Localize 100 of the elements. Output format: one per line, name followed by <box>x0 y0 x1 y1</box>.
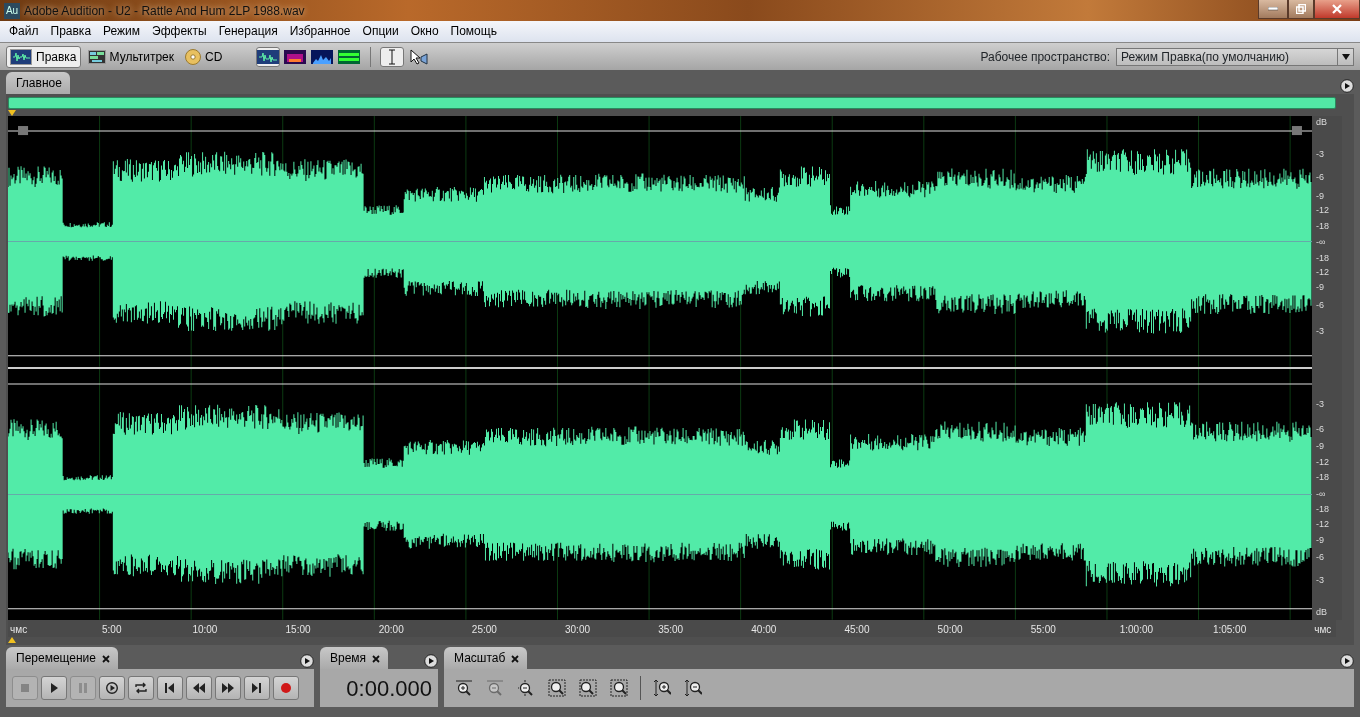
db-scale-label: -9 <box>1316 534 1324 548</box>
db-scale-label: -12 <box>1316 518 1329 532</box>
panel-menu-icon[interactable] <box>1340 653 1354 668</box>
spectrum-icon <box>311 49 334 64</box>
transport-button[interactable] <box>128 676 154 700</box>
level-meter-icon <box>338 49 361 64</box>
caret-icon <box>1341 53 1350 60</box>
db-scale-label: -9 <box>1316 190 1324 204</box>
menu-item[interactable]: Помощь <box>444 21 503 42</box>
mode-button[interactable]: CD <box>181 45 227 68</box>
view-button[interactable] <box>256 46 281 67</box>
db-scale-label: -6 <box>1316 423 1324 437</box>
transport-button[interactable] <box>215 676 241 700</box>
close-icon[interactable] <box>372 654 381 663</box>
time-display: 0:00.000 <box>346 674 432 703</box>
panel-tab[interactable]: Время <box>320 647 389 669</box>
close-icon[interactable] <box>511 654 520 663</box>
db-scale-label: dB <box>1316 116 1327 130</box>
time-scale-label: 5:00 <box>102 623 122 637</box>
db-scale-label: -∞ <box>1316 488 1326 502</box>
menu-item[interactable]: Режим <box>97 21 147 42</box>
play-icon <box>48 682 60 694</box>
minimize-icon <box>1268 7 1278 11</box>
skip-forward-icon <box>251 682 263 694</box>
panel-tab[interactable]: Перемещение <box>6 647 118 669</box>
menu-item[interactable]: Эффекты <box>146 21 213 42</box>
db-scale-label: -18 <box>1316 471 1329 485</box>
spectrogram-icon <box>284 49 307 64</box>
window-title: Adobe Audition - U2 - Rattle And Hum 2LP 1988.wav <box>24 2 305 20</box>
waveform-channel[interactable] <box>8 116 1312 367</box>
time-scale-label: 45:00 <box>844 623 870 637</box>
db-scale-label: -18 <box>1316 252 1329 266</box>
close-button[interactable] <box>1314 0 1360 19</box>
transport-button[interactable] <box>244 676 270 700</box>
waveform-icon <box>10 48 32 65</box>
menu-item[interactable]: Окно <box>404 21 445 42</box>
time-scale-label: 25:00 <box>471 623 497 637</box>
close-icon[interactable] <box>102 654 110 663</box>
time-scale-label: 10:00 <box>192 623 218 637</box>
zoom-out-icon <box>684 679 702 697</box>
menu-item[interactable]: Опции <box>356 21 405 42</box>
transport-button[interactable] <box>99 676 125 700</box>
disc-icon <box>185 48 202 65</box>
time-scale-label: чмс <box>1314 623 1332 637</box>
mode-button[interactable]: Мультитрек <box>83 45 179 68</box>
menu-item[interactable]: Правка <box>44 21 98 42</box>
workspace-dropdown[interactable]: Режим Правка(по умолчанию) <box>1116 47 1354 66</box>
db-scale-label: -3 <box>1316 574 1324 588</box>
db-scale-label: -9 <box>1316 281 1324 295</box>
transport-button[interactable] <box>186 676 212 700</box>
time-scale-label: 15:00 <box>285 623 311 637</box>
loop-icon <box>135 682 147 694</box>
app-icon: Au <box>4 2 20 19</box>
waveform-channel[interactable] <box>8 369 1312 620</box>
workspace-label: Рабочее пространство: <box>980 48 1110 66</box>
menu-item[interactable]: Избранное <box>283 21 357 42</box>
db-scale-label: -6 <box>1316 298 1324 312</box>
zoom-selection-icon <box>610 679 628 697</box>
time-scale-label: 1:00:00 <box>1119 623 1154 637</box>
panel-tab[interactable]: Масштаб <box>444 647 528 669</box>
play-circle-icon <box>106 682 118 694</box>
db-scale-label: -18 <box>1316 503 1329 517</box>
db-scale-label: -3 <box>1316 398 1324 412</box>
time-scale-label: 35:00 <box>658 623 684 637</box>
time-scale-label: 1:05:00 <box>1212 623 1247 637</box>
db-scale-label: -∞ <box>1316 236 1326 250</box>
db-scale-label: -6 <box>1316 171 1324 185</box>
record-icon <box>280 682 292 694</box>
tracks-icon <box>87 49 106 64</box>
db-scale-label: -3 <box>1316 147 1324 161</box>
mode-button[interactable]: Правка <box>6 45 81 68</box>
pause-icon <box>77 682 89 694</box>
time-scale-label: 20:00 <box>378 623 404 637</box>
zoom-selection-icon <box>548 679 566 697</box>
panel-menu-icon[interactable] <box>1340 78 1354 93</box>
panel-menu-icon[interactable] <box>300 653 314 668</box>
db-scale-label: -18 <box>1316 220 1329 233</box>
panel-menu-icon[interactable] <box>424 653 438 668</box>
db-scale-label: -12 <box>1316 266 1329 280</box>
db-scale-label: -12 <box>1316 456 1329 470</box>
panel-tab[interactable]: Главное <box>6 72 70 94</box>
minimize-button[interactable] <box>1258 0 1288 19</box>
db-scale-label: -3 <box>1316 325 1324 339</box>
transport-button[interactable] <box>157 676 183 700</box>
transport-button[interactable] <box>41 676 67 700</box>
db-scale-label: -6 <box>1316 550 1324 564</box>
time-scale-label: 40:00 <box>751 623 777 637</box>
stop-icon <box>19 682 31 694</box>
skip-back-icon <box>164 682 176 694</box>
time-scale-label: 50:00 <box>937 623 963 637</box>
zoom-in-icon <box>653 679 671 697</box>
menu-item[interactable]: Файл <box>3 21 45 42</box>
zoom-out-icon <box>517 679 535 697</box>
zoom-in-icon <box>455 679 473 697</box>
fast-forward-icon <box>222 682 234 694</box>
restore-button[interactable] <box>1288 0 1314 19</box>
rewind-icon <box>193 682 205 694</box>
pointer-icon <box>410 48 429 65</box>
db-scale-label: -12 <box>1316 204 1329 218</box>
menu-item[interactable]: Генерация <box>212 21 284 42</box>
